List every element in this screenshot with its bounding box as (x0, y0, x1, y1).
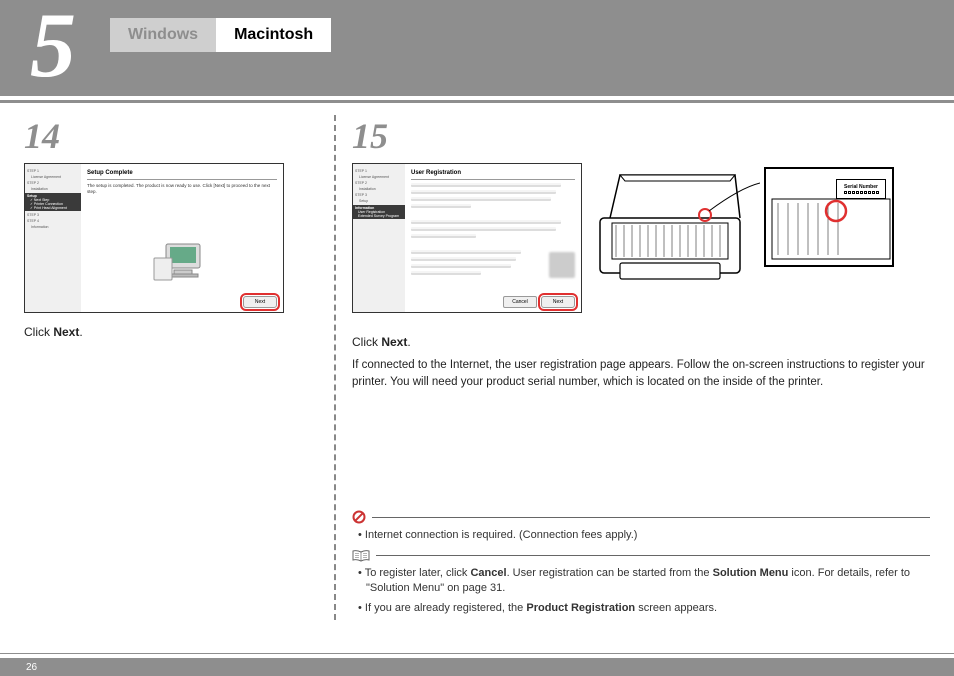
n2b: Cancel (470, 567, 506, 579)
note-already-registered: If you are already registered, the Produ… (366, 601, 930, 616)
n3a: If you are already registered, the (365, 602, 526, 614)
dialog-main-15: User Registration (405, 164, 581, 312)
notes-area: Internet connection is required. (Connec… (352, 510, 930, 616)
step-15-column: 15 STEP 1 License Agreement STEP 2 Insta… (334, 115, 930, 620)
content-columns: 14 STEP 1 License Agreement STEP 2 Insta… (0, 103, 954, 620)
note-rule-2 (376, 555, 930, 556)
os-tabs: Windows Macintosh (110, 18, 331, 52)
serial-title: Serial Number (844, 184, 878, 190)
dialog-title-15: User Registration (411, 170, 575, 176)
s15-step2: STEP 2 (355, 181, 403, 185)
footer-rule (0, 653, 954, 654)
s15-step1: STEP 1 (355, 169, 403, 173)
dialog-body-text: The setup is completed. The product is n… (87, 183, 277, 195)
tab-macintosh: Macintosh (216, 18, 331, 52)
note-internet: Internet connection is required. (Connec… (366, 528, 930, 543)
instr15-prefix: Click (352, 335, 381, 349)
blur-text (411, 227, 556, 231)
blur-text (411, 234, 476, 238)
instr15-bold: Next (381, 335, 407, 349)
blur-text (411, 220, 561, 224)
blur-text (411, 250, 521, 254)
sidebar-license: License Agreement (31, 175, 79, 179)
footer-band: 26 (0, 658, 954, 676)
section-number: 5 (30, 0, 76, 98)
prohibition-icon (352, 510, 366, 524)
s15-setup: Setup (359, 199, 403, 203)
s15-step3: STEP 3 (355, 193, 403, 197)
dialog-sidebar-15: STEP 1 License Agreement STEP 2 Installa… (353, 164, 405, 312)
n3b: Product Registration (526, 602, 635, 614)
n3c: screen appears. (635, 602, 717, 614)
n2a: To register later, click (365, 567, 471, 579)
blur-text (411, 264, 511, 268)
sidebar-installation: Installation (31, 187, 79, 191)
setup-complete-dialog: STEP 1 License Agreement STEP 2 Installa… (24, 163, 284, 313)
sidebar-step3: STEP 3 (27, 213, 79, 217)
note-register-later: To register later, click Cancel. User re… (366, 566, 930, 597)
serial-number-label: Serial Number (836, 179, 886, 199)
computer-icon (152, 236, 212, 286)
s15-install: Installation (359, 187, 403, 191)
instr-suffix: . (79, 325, 82, 339)
instr15-suffix: . (407, 335, 410, 349)
sidebar-step2: STEP 2 (27, 181, 79, 185)
note-rule (372, 517, 930, 518)
cancel-button[interactable]: Cancel (503, 296, 537, 308)
page-number: 26 (26, 662, 37, 673)
s15-info-highlight: Information User Registration Extended S… (353, 205, 405, 219)
step15-instruction: Click Next. (352, 335, 930, 349)
book-icon (352, 550, 370, 562)
serial-number-closeup: Serial Number (764, 167, 894, 267)
sidebar-setup-i3: Print Head Alignment (34, 206, 67, 210)
n2c: . User registration can be started from … (507, 567, 713, 579)
instr-bold: Next (53, 325, 79, 339)
sidebar-step4: STEP 4 (27, 219, 79, 223)
blur-text (411, 204, 471, 208)
user-registration-dialog: STEP 1 License Agreement STEP 2 Installa… (352, 163, 582, 313)
instr-prefix: Click (24, 325, 53, 339)
serial-squares (844, 191, 879, 194)
sidebar-step1: STEP 1 (27, 169, 79, 173)
blur-text (411, 257, 516, 261)
next-button[interactable]: Next (541, 296, 575, 308)
printer-illustration (590, 163, 760, 293)
sidebar-setup-highlight: Setup ✓ Next Step ✓ Printer Connection ✓… (25, 193, 81, 211)
blur-text (411, 271, 481, 275)
header-band: 5 Windows Macintosh (0, 0, 954, 96)
step-number-15: 15 (352, 115, 930, 157)
next-button[interactable]: Next (243, 296, 277, 308)
tab-windows: Windows (110, 18, 216, 52)
blur-image (549, 252, 575, 278)
step15-description: If connected to the Internet, the user r… (352, 357, 930, 390)
blur-text (411, 197, 551, 201)
blur-text (411, 190, 556, 194)
dialog-sidebar: STEP 1 License Agreement STEP 2 Installa… (25, 164, 81, 312)
s15-info-i2: Extended Survey Program (358, 214, 403, 218)
dialog-main: Setup Complete The setup is completed. T… (81, 164, 283, 312)
step-14-column: 14 STEP 1 License Agreement STEP 2 Insta… (24, 115, 334, 620)
step14-instruction: Click Next. (24, 325, 318, 339)
step-number-14: 14 (24, 115, 318, 157)
blur-text (411, 183, 561, 187)
sidebar-info: Information (31, 225, 79, 229)
dialog-title: Setup Complete (87, 170, 277, 176)
n2d: Solution Menu (713, 567, 789, 579)
s15-license: License Agreement (359, 175, 403, 179)
